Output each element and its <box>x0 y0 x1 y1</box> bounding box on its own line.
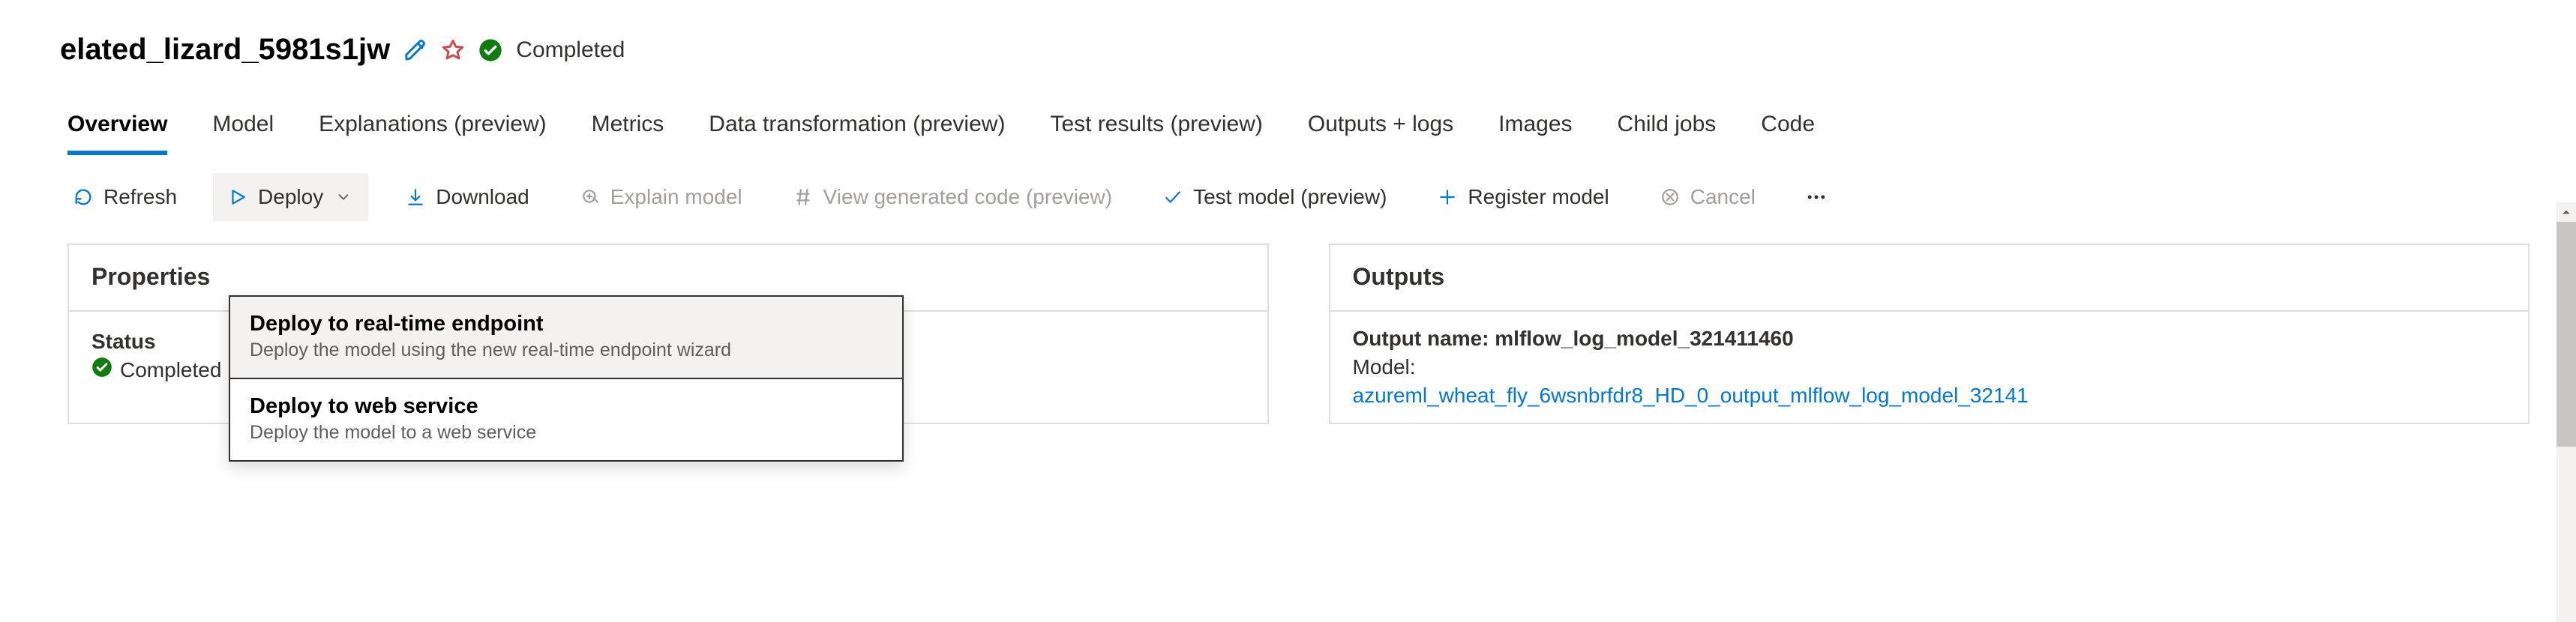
scroll-up-icon[interactable] <box>2557 202 2576 222</box>
outputs-card-title: Outputs <box>1330 245 2529 312</box>
explain-icon <box>579 186 601 208</box>
more-button[interactable] <box>1792 174 1841 220</box>
tab-outputs-logs[interactable]: Outputs + logs <box>1308 106 1453 155</box>
scrollbar[interactable] <box>2557 202 2576 622</box>
test-model-button[interactable]: Test model (preview) <box>1148 173 1400 221</box>
download-label: Download <box>436 185 529 209</box>
check-icon <box>1162 186 1184 208</box>
model-link[interactable]: azureml_wheat_fly_6wsnbrfdr8_HD_0_output… <box>1353 384 2506 408</box>
tab-test-results[interactable]: Test results (preview) <box>1050 106 1262 155</box>
favorite-star-icon[interactable] <box>441 38 465 62</box>
hash-icon <box>792 186 814 208</box>
tab-metrics[interactable]: Metrics <box>592 106 664 155</box>
status-value: Completed <box>120 358 221 382</box>
chevron-down-icon <box>332 186 355 208</box>
plus-icon <box>1436 186 1459 208</box>
model-label: Model: <box>1353 355 2506 379</box>
download-icon <box>404 186 427 208</box>
more-ellipsis-icon <box>1805 186 1828 208</box>
register-label: Register model <box>1468 185 1609 209</box>
page-header: elated_lizard_5981s1jw Completed <box>0 0 2576 92</box>
cancel-circle-icon <box>1659 186 1681 208</box>
status-check-icon <box>478 38 502 62</box>
status-check-icon <box>91 357 112 383</box>
tabs-bar: Overview Model Explanations (preview) Me… <box>0 92 2576 155</box>
toolbar: Refresh Deploy Download Explain model Vi… <box>0 155 2576 241</box>
deploy-label: Deploy <box>258 185 323 209</box>
deploy-option-desc: Deploy the model to a web service <box>250 422 883 444</box>
tab-data-transformation[interactable]: Data transformation (preview) <box>709 106 1005 155</box>
tab-code[interactable]: Code <box>1761 106 1815 155</box>
tab-explanations[interactable]: Explanations (preview) <box>319 106 546 155</box>
view-code-label: View generated code (preview) <box>823 185 1112 209</box>
deploy-realtime-endpoint-option[interactable]: Deploy to real-time endpoint Deploy the … <box>230 297 902 379</box>
cancel-button: Cancel <box>1645 173 1769 221</box>
explain-model-button: Explain model <box>565 173 756 221</box>
register-model-button[interactable]: Register model <box>1423 173 1622 221</box>
explain-label: Explain model <box>610 185 742 209</box>
output-name-value: mlflow_log_model_321411460 <box>1495 327 1793 350</box>
output-name-label: Output name: <box>1353 327 1495 350</box>
page-title: elated_lizard_5981s1jw <box>60 33 390 67</box>
output-name-row: Output name: mlflow_log_model_321411460 <box>1353 327 2506 351</box>
tab-child-jobs[interactable]: Child jobs <box>1618 106 1717 155</box>
deploy-button[interactable]: Deploy <box>213 173 368 221</box>
deploy-option-title: Deploy to web service <box>250 394 883 419</box>
tab-images[interactable]: Images <box>1498 106 1572 155</box>
outputs-card: Outputs Output name: mlflow_log_model_32… <box>1329 244 2530 424</box>
view-code-button: View generated code (preview) <box>778 173 1126 221</box>
deploy-option-desc: Deploy the model using the new real-time… <box>250 339 883 361</box>
tab-model[interactable]: Model <box>212 106 274 155</box>
scrollbar-thumb[interactable] <box>2557 222 2576 447</box>
deploy-dropdown: Deploy to real-time endpoint Deploy the … <box>229 295 904 462</box>
test-model-label: Test model (preview) <box>1193 185 1387 209</box>
refresh-button[interactable]: Refresh <box>58 173 190 221</box>
play-icon <box>226 186 249 208</box>
deploy-web-service-option[interactable]: Deploy to web service Deploy the model t… <box>230 379 902 460</box>
status-text: Completed <box>516 37 625 63</box>
cancel-label: Cancel <box>1690 185 1756 209</box>
deploy-option-title: Deploy to real-time endpoint <box>250 312 883 336</box>
refresh-label: Refresh <box>103 185 177 209</box>
download-button[interactable]: Download <box>391 173 543 221</box>
refresh-icon <box>72 186 94 208</box>
tab-overview[interactable]: Overview <box>67 106 167 155</box>
edit-icon[interactable] <box>403 38 427 62</box>
